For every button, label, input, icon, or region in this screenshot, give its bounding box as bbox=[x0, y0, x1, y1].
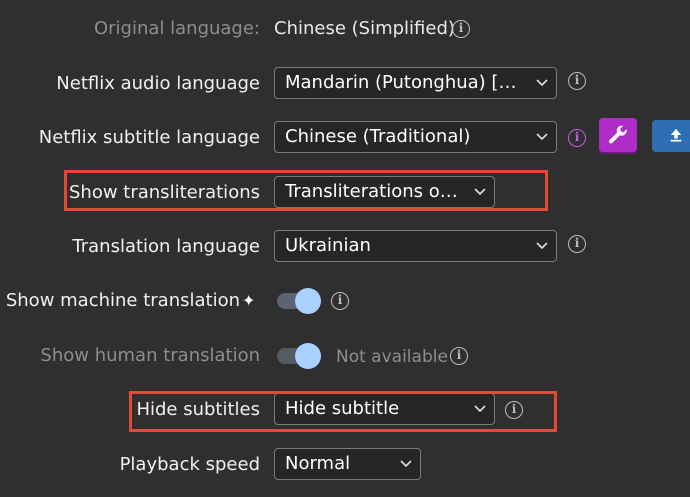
human-translation-toggle[interactable] bbox=[277, 343, 321, 369]
chevron-down-icon bbox=[536, 79, 548, 87]
chevron-down-icon bbox=[400, 460, 412, 468]
info-icon[interactable]: i bbox=[450, 347, 468, 365]
wrench-button[interactable] bbox=[599, 118, 637, 152]
transliterations-highlight bbox=[64, 170, 548, 211]
subtitle-language-row: Netflix subtitle language Chinese (Tradi… bbox=[0, 118, 690, 158]
sparkle-icon: ✦ bbox=[242, 291, 256, 310]
machine-translation-toggle[interactable] bbox=[277, 288, 321, 314]
upload-icon bbox=[670, 128, 682, 142]
audio-language-label: Netflix audio language bbox=[56, 73, 260, 94]
subtitle-language-select[interactable]: Chinese (Traditional) bbox=[274, 121, 557, 153]
info-icon[interactable]: i bbox=[568, 129, 586, 147]
audio-language-selected: Mandarin (Putonghua) [Ori… bbox=[285, 72, 544, 93]
info-icon[interactable]: i bbox=[568, 72, 586, 90]
wrench-icon bbox=[609, 125, 627, 144]
playback-speed-select[interactable]: Normal bbox=[274, 448, 421, 480]
human-translation-row: Show human translation Not available i bbox=[0, 336, 690, 376]
upload-button[interactable] bbox=[652, 120, 690, 152]
human-translation-label: Show human translation bbox=[40, 345, 260, 366]
info-icon[interactable]: i bbox=[452, 20, 470, 38]
playback-speed-label: Playback speed bbox=[119, 454, 260, 475]
toggle-knob bbox=[295, 343, 321, 369]
subtitle-language-label: Netflix subtitle language bbox=[38, 127, 260, 148]
original-language-value: Chinese (Simplified) bbox=[274, 18, 455, 39]
toggle-knob bbox=[295, 288, 321, 314]
original-language-row: Original language: Chinese (Simplified) … bbox=[0, 9, 690, 49]
chevron-down-icon bbox=[536, 133, 548, 141]
playback-speed-row: Playback speed Normal bbox=[0, 445, 690, 485]
chevron-down-icon bbox=[536, 242, 548, 250]
original-language-label: Original language: bbox=[93, 18, 260, 39]
human-translation-status: Not available bbox=[336, 347, 448, 367]
subtitle-language-selected: Chinese (Traditional) bbox=[285, 126, 471, 147]
audio-language-row: Netflix audio language Mandarin (Putongh… bbox=[0, 64, 690, 104]
info-icon[interactable]: i bbox=[568, 235, 586, 253]
translation-language-select[interactable]: Ukrainian bbox=[274, 230, 557, 262]
machine-translation-label: Show machine translation bbox=[5, 290, 240, 311]
audio-language-select[interactable]: Mandarin (Putonghua) [Ori… bbox=[274, 67, 557, 99]
translation-language-selected: Ukrainian bbox=[285, 235, 371, 256]
hide-subtitles-highlight bbox=[129, 391, 557, 432]
playback-speed-selected: Normal bbox=[285, 453, 351, 474]
translation-language-row: Translation language Ukrainian i bbox=[0, 227, 690, 267]
machine-translation-row: Show machine translation ✦ i bbox=[0, 281, 690, 321]
info-icon[interactable]: i bbox=[331, 292, 349, 310]
translation-language-label: Translation language bbox=[72, 236, 260, 257]
